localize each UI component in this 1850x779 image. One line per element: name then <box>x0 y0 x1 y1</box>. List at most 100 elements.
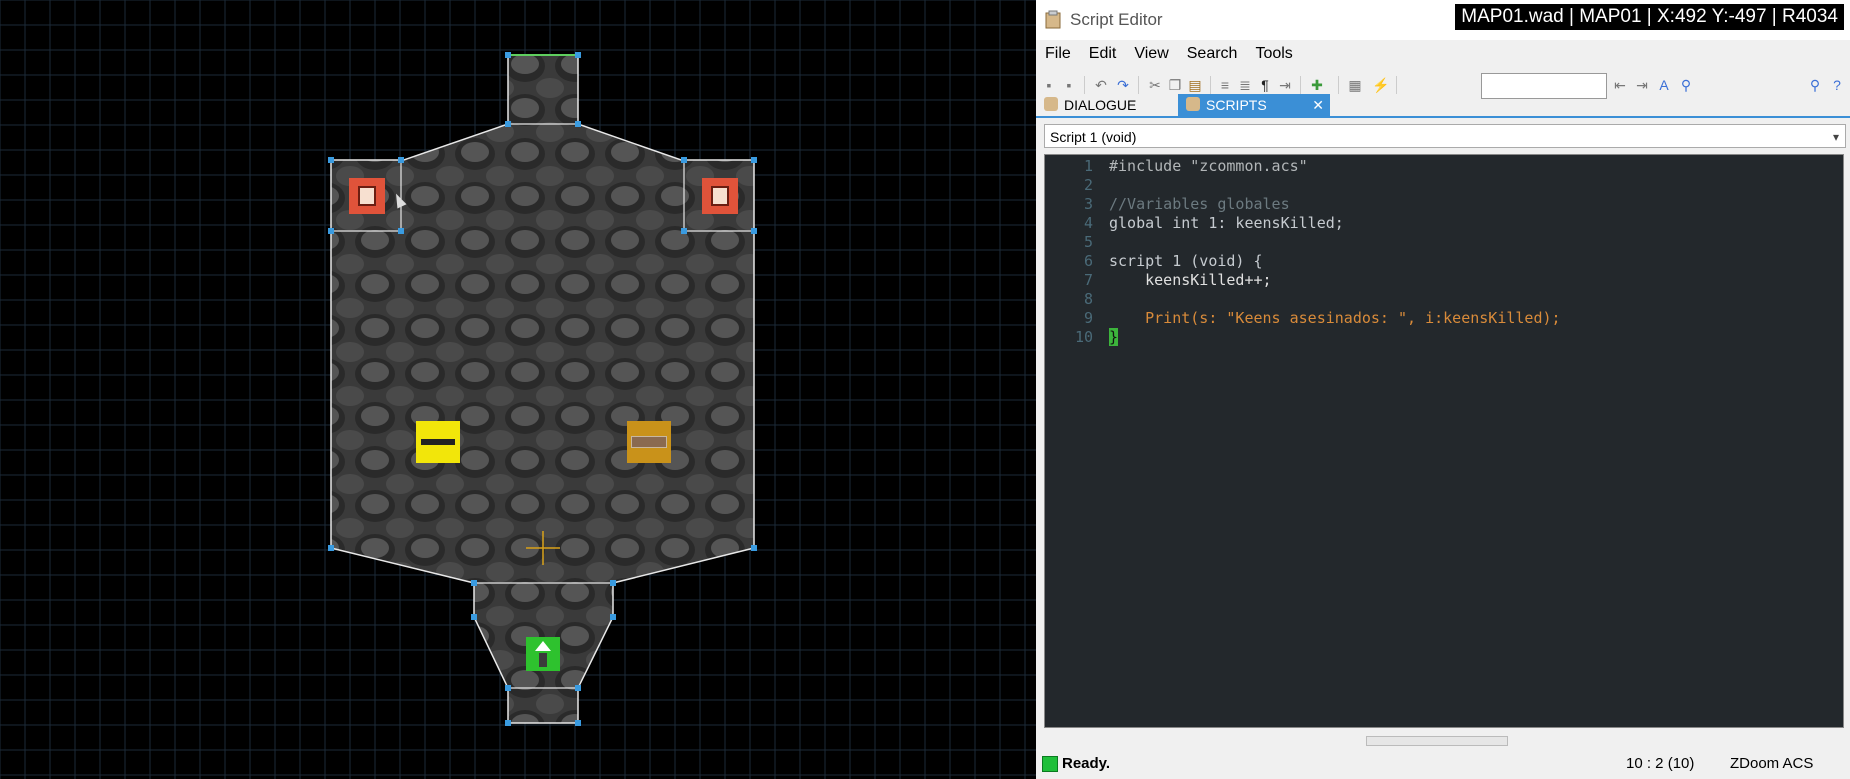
vertex <box>575 720 581 726</box>
keen-sprite-icon <box>358 186 376 206</box>
compile-icon[interactable]: ⚡ <box>1372 76 1390 94</box>
code-text: keensKilled++; <box>1109 271 1272 289</box>
scrollbar-grip[interactable] <box>1366 736 1508 746</box>
thing-keen-right[interactable] <box>702 178 738 214</box>
horizontal-scrollbar[interactable] <box>1036 734 1850 746</box>
thing-weapon-right[interactable] <box>627 421 671 463</box>
code-line[interactable]: 10} <box>1045 328 1845 347</box>
find-next-icon[interactable]: ⇥ <box>1633 76 1651 94</box>
find-replace-icon[interactable]: ⚲ <box>1677 76 1695 94</box>
toolbar-divider <box>1396 76 1397 94</box>
editor-title: Script Editor <box>1070 10 1163 29</box>
line-number: 4 <box>1083 214 1093 232</box>
menu-view[interactable]: View <box>1125 40 1177 68</box>
code-text: //Variables globales <box>1109 195 1290 213</box>
code-line[interactable]: 8 <box>1045 290 1845 309</box>
vertex <box>610 614 616 620</box>
code-line[interactable]: 7 keensKilled++; <box>1045 271 1845 290</box>
paste-icon[interactable]: ▤ <box>1186 76 1204 94</box>
code-line[interactable]: 2 <box>1045 176 1845 195</box>
wrap-icon[interactable]: ⇥ <box>1276 76 1294 94</box>
search-icon[interactable]: ⚲ <box>1806 76 1824 94</box>
vertex <box>505 52 511 58</box>
script-editor-icon <box>1044 10 1064 30</box>
line-number: 7 <box>1083 271 1093 289</box>
line-number: 3 <box>1083 195 1093 213</box>
toolbar-divider <box>1338 76 1339 94</box>
code-line[interactable]: 9 Print(s: "Keens asesinados: ", i:keens… <box>1045 309 1845 328</box>
menu-search[interactable]: Search <box>1178 40 1247 68</box>
pilcrow-icon[interactable]: ¶ <box>1256 76 1274 94</box>
keen-sprite-icon <box>711 186 729 206</box>
vertex <box>471 614 477 620</box>
copy-icon[interactable]: ❐ <box>1166 76 1184 94</box>
code-line[interactable]: 3 //Variables globales <box>1045 195 1845 214</box>
match-case-icon[interactable]: A <box>1655 76 1673 94</box>
map-viewport[interactable] <box>0 0 1037 779</box>
menu-bar: File Edit View Search Tools <box>1036 40 1850 68</box>
tab-scripts[interactable]: SCRIPTS ✕ <box>1178 94 1330 116</box>
menu-edit[interactable]: Edit <box>1080 40 1126 68</box>
menu-tools[interactable]: Tools <box>1246 40 1301 68</box>
line-number: 10 <box>1074 328 1093 346</box>
script-language: ZDoom ACS <box>1730 755 1814 772</box>
cut-icon[interactable]: ✂ <box>1146 76 1164 94</box>
script-type-icon[interactable]: ▦ <box>1346 76 1364 94</box>
code-line[interactable]: 5 <box>1045 233 1845 252</box>
tab-dialogue-label: DIALOGUE <box>1064 97 1137 113</box>
line-number: 6 <box>1083 252 1093 270</box>
vertex <box>505 720 511 726</box>
find-previous-icon[interactable]: ⇤ <box>1611 76 1629 94</box>
document-icon <box>1044 97 1058 111</box>
code-editor[interactable]: 1 #include "zcommon.acs" 2 3 //Variables g… <box>1044 154 1844 728</box>
vertex <box>471 580 477 586</box>
code-line[interactable]: 6 script 1 (void) { <box>1045 252 1845 271</box>
ammo-box-icon <box>631 436 667 448</box>
close-tab-icon[interactable]: ✕ <box>1312 94 1324 116</box>
thing-player-start[interactable] <box>526 637 560 671</box>
undo-icon[interactable]: ↶ <box>1092 76 1110 94</box>
line-number: 5 <box>1083 233 1093 251</box>
status-bar: Ready. 10 : 2 (10) ZDoom ACS <box>1036 748 1850 779</box>
editor-titlebar[interactable]: Script Editor MAP01.wad | MAP01 | X:492 … <box>1036 0 1850 40</box>
vertex <box>505 121 511 127</box>
cursor-position: 10 : 2 (10) <box>1626 755 1695 772</box>
line-number: 2 <box>1083 176 1093 194</box>
vertex <box>398 157 404 163</box>
player-figure-icon <box>539 653 547 667</box>
toolbar-divider <box>1210 76 1211 94</box>
vertex <box>575 52 581 58</box>
vertex <box>681 157 687 163</box>
code-line[interactable]: 4 global int 1: keensKilled; <box>1045 214 1845 233</box>
code-text: } <box>1109 328 1119 346</box>
help-icon[interactable]: ? <box>1828 76 1846 94</box>
menu-file[interactable]: File <box>1036 40 1080 68</box>
code-text: global int 1: keensKilled; <box>1109 214 1344 232</box>
line-number: 8 <box>1083 290 1093 308</box>
line-number: 1 <box>1083 157 1093 175</box>
status-text: Ready. <box>1062 755 1111 772</box>
status-ready-icon <box>1042 756 1058 772</box>
vertex <box>610 580 616 586</box>
redo-icon[interactable]: ↷ <box>1114 76 1132 94</box>
vertex <box>575 685 581 691</box>
script-select[interactable]: Script 1 (void) ▾ <box>1044 124 1846 148</box>
code-text: Print(s: "Keens asesinados: ", i:keensKi… <box>1109 309 1561 327</box>
player-start-icon <box>535 641 551 651</box>
insert-snippet-icon[interactable]: ✚ <box>1308 76 1326 94</box>
script-editor-window: Script Editor MAP01.wad | MAP01 | X:492 … <box>1036 0 1850 779</box>
tab-strip: DIALOGUE SCRIPTS ✕ <box>1036 94 1850 118</box>
map-canvas[interactable] <box>0 0 1036 779</box>
outdent-icon[interactable]: ≣ <box>1236 76 1254 94</box>
save-icon[interactable]: ▪ <box>1040 76 1058 94</box>
toolbar-divider <box>1138 76 1139 94</box>
thing-weapon-left[interactable] <box>416 421 460 463</box>
document-icon <box>1186 97 1200 111</box>
script-select-value: Script 1 (void) <box>1050 129 1137 145</box>
thing-keen-left[interactable] <box>349 178 385 214</box>
code-text: #include "zcommon.acs" <box>1109 157 1308 175</box>
vertex <box>751 228 757 234</box>
code-line[interactable]: 1 #include "zcommon.acs" <box>1045 157 1845 176</box>
indent-icon[interactable]: ≡ <box>1216 76 1234 94</box>
save-all-icon[interactable]: ▪ <box>1060 76 1078 94</box>
